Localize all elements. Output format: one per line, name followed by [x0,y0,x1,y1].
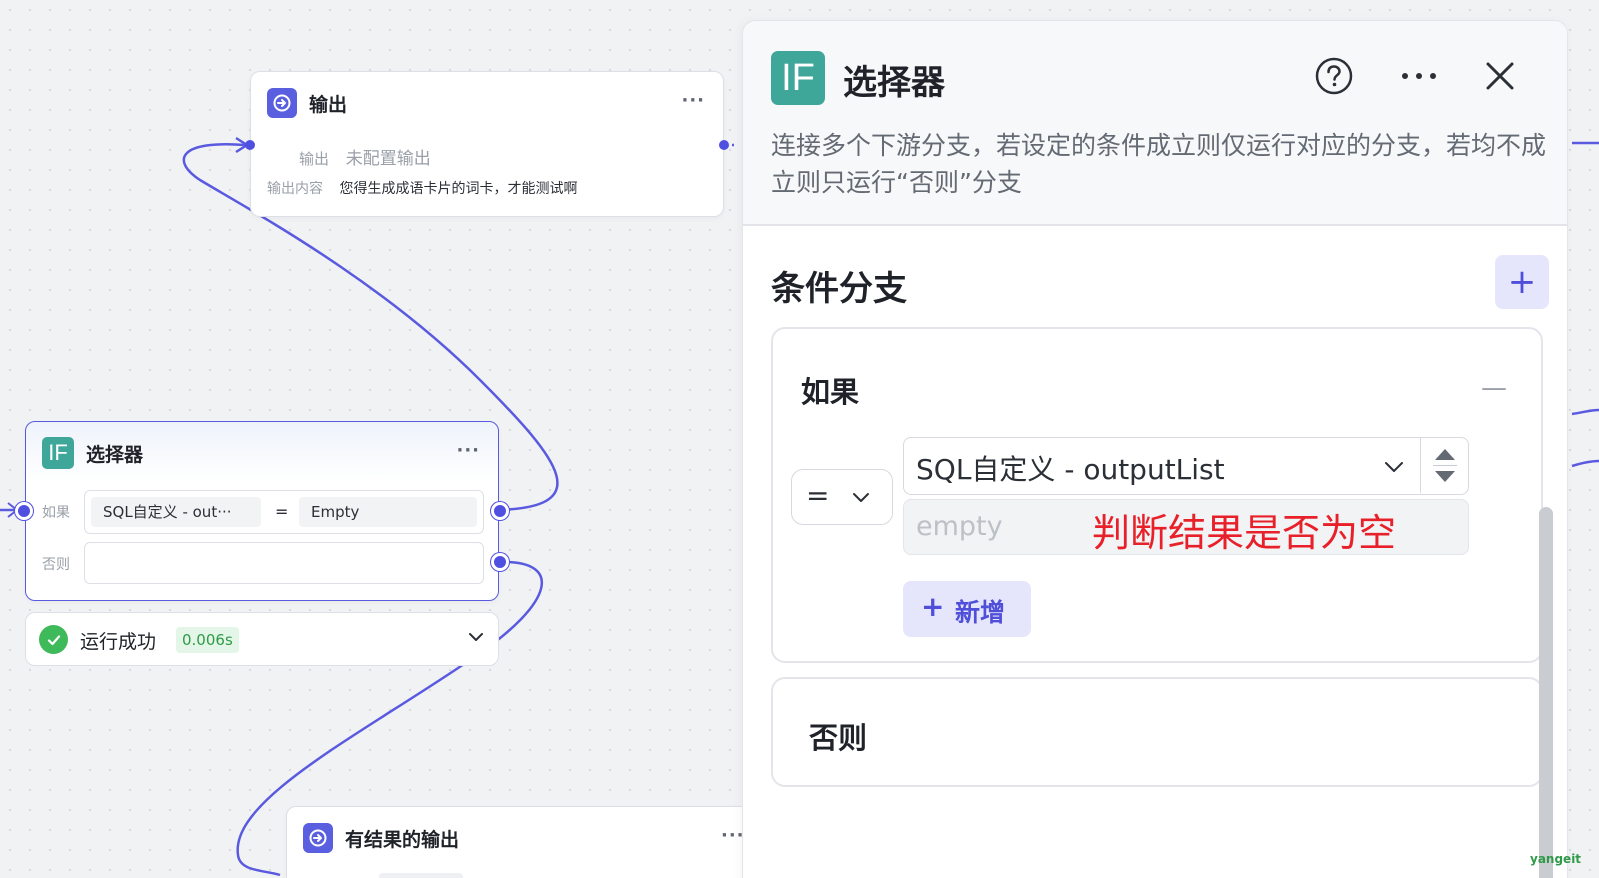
value-input[interactable]: empty 判断结果是否为空 [903,499,1469,555]
workflow-canvas[interactable]: 输出 ··· 输出 未配置输出 输出内容 您得生成成语卡片的词卡，才能测试啊 I… [0,0,1599,878]
run-status-bar[interactable]: 运行成功 0.006s [25,612,499,666]
if-branch-card: 如果 — = SQL自定义 - outputList empty 判断结果是否为… [771,327,1543,663]
output-node-output-port[interactable] [719,140,729,150]
result-node-more-button[interactable]: ··· [721,825,745,846]
selector-condition-left: SQL自定义 - out··· [91,497,261,527]
output-node[interactable]: 输出 ··· 输出 未配置输出 输出内容 您得生成成语卡片的词卡，才能测试啊 [245,71,729,217]
selector-if-label: 如果 [42,505,70,521]
output-row-value: 未配置输出 [345,149,431,169]
if-icon: IF [42,437,74,469]
selector-node[interactable]: IF 选择器 ··· 如果 SQL自定义 - out··· = Empty 否则 [15,421,509,601]
value-placeholder: empty [916,511,1003,542]
operator-select[interactable]: = [791,469,893,525]
result-output-node[interactable]: 有结果的输出 ··· [286,806,756,878]
variable-value: SQL自定义 - outputList [916,453,1225,486]
operator-chevron-icon [850,486,872,512]
else-branch-title: 否则 [809,721,868,755]
output-node-title: 输出 [309,93,348,116]
else-branch-card: 否则 [771,677,1543,787]
selector-input-port[interactable] [15,502,33,520]
selector-else-label: 否则 [42,557,70,573]
section-title: 条件分支 [771,269,907,309]
panel-header: IF 选择器 连接多个下游分支，若设定的条件成立则仅运行对应的分支，若均不成立则… [743,21,1567,226]
wire-right-2 [1571,408,1599,416]
output-content-label: 输出内容 [267,181,323,197]
add-condition-plus-icon: + [921,590,945,623]
output-icon [267,88,297,118]
output-row-label: 输出 [299,150,330,168]
add-condition-button[interactable]: + 新增 [903,581,1031,637]
annotation-text: 判断结果是否为空 [1092,511,1397,555]
result-node-title: 有结果的输出 [345,828,460,851]
result-output-icon [303,823,333,853]
output-node-more-button[interactable]: ··· [681,90,705,111]
add-condition-label: 新增 [955,598,1006,627]
result-node-field [379,873,463,878]
wire-right-3 [1571,459,1599,468]
if-branch-title: 如果 [801,375,860,409]
help-icon[interactable] [1315,57,1353,99]
variable-chevron-icon [1382,455,1406,483]
add-branch-button[interactable]: + [1495,255,1549,309]
selector-condition-box[interactable]: SQL自定义 - out··· = Empty [84,490,484,534]
output-node-input-port[interactable] [245,140,255,150]
selector-config-panel: IF 选择器 连接多个下游分支，若设定的条件成立则仅运行对应的分支，若均不成立则… [742,20,1568,878]
variable-select[interactable]: SQL自定义 - outputList [903,437,1469,495]
operator-value: = [806,479,830,512]
run-status-text: 运行成功 [80,631,157,653]
selector-condition-right: Empty [299,497,477,527]
panel-if-icon: IF [771,51,825,105]
watermark: yangeit [1530,852,1582,866]
panel-description: 连接多个下游分支，若设定的条件成立则仅运行对应的分支，若均不成立则只运行“否则”… [771,131,1547,197]
more-icon[interactable] [1399,65,1439,91]
selector-node-title: 选择器 [86,443,144,466]
selector-if-output-port[interactable] [491,502,509,520]
selector-else-box[interactable] [84,542,484,584]
reorder-arrows-icon[interactable] [1420,438,1468,493]
run-duration-badge: 0.006s [176,627,239,653]
selector-else-output-port[interactable] [491,553,509,571]
selector-condition-operator: = [275,502,289,521]
output-content-value: 您得生成成语卡片的词卡，才能测试啊 [339,181,578,197]
close-icon[interactable] [1483,59,1517,97]
selector-node-more-button[interactable]: ··· [456,440,480,461]
panel-title: 选择器 [843,63,945,103]
collapse-branch-button[interactable]: — [1481,373,1507,403]
chevron-down-icon[interactable] [466,627,486,651]
success-check-icon [39,625,68,654]
panel-scrollbar[interactable] [1539,507,1553,878]
